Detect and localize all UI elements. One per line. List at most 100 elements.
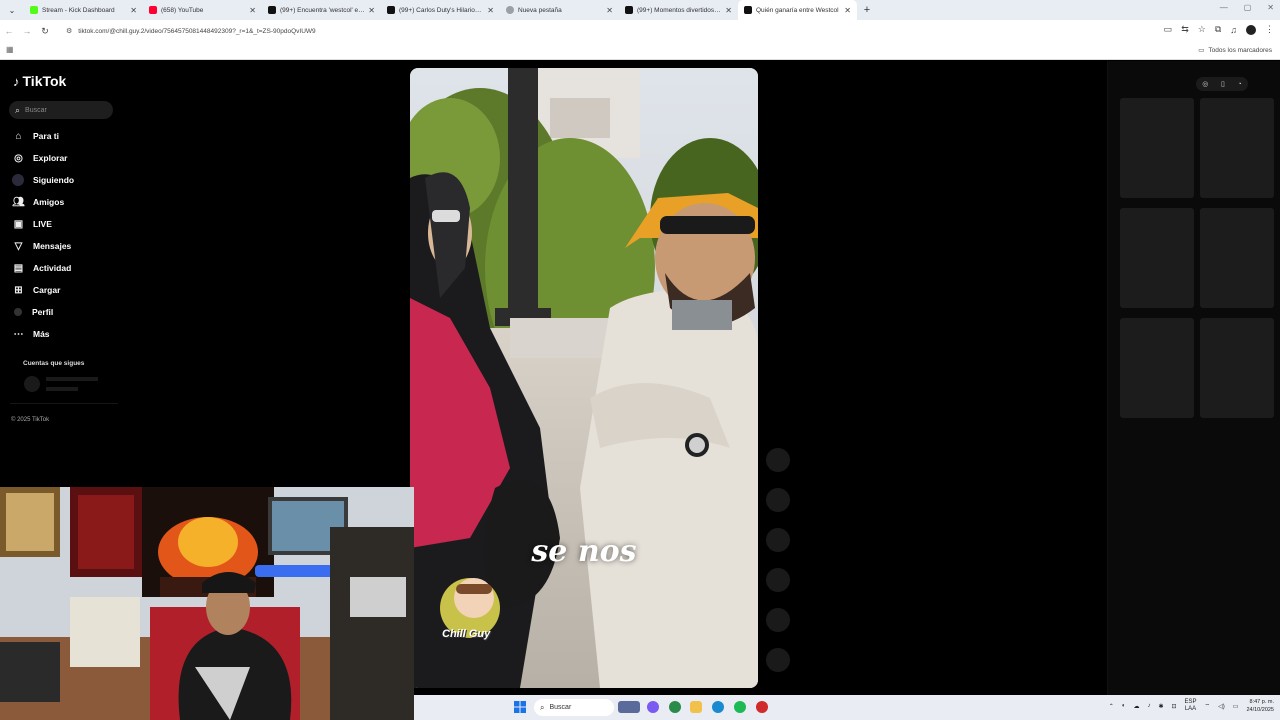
new-tab-button[interactable]: + bbox=[857, 4, 877, 16]
tab-label: Nueva pestaña bbox=[518, 6, 562, 14]
close-window-icon[interactable]: ✕ bbox=[1267, 3, 1274, 12]
sidebar-item-para-ti[interactable]: ⌂ Para ti bbox=[12, 125, 74, 147]
next-video-button[interactable] bbox=[766, 608, 790, 632]
sidebar-item-live[interactable]: ▣ LIVE bbox=[12, 213, 74, 235]
minimize-icon[interactable]: — bbox=[1220, 3, 1228, 12]
edge-icon[interactable] bbox=[712, 701, 724, 713]
taskbar-clock[interactable]: 8:47 p. m. 24/10/2025 bbox=[1246, 698, 1274, 714]
battery-icon[interactable]: ▭ bbox=[1233, 703, 1239, 710]
tab-youtube[interactable]: (658) YouTube ✕ bbox=[143, 0, 262, 20]
sidebar-item-amigos[interactable]: 👥︎ Amigos bbox=[12, 191, 74, 213]
tab-tiktok-carlos[interactable]: (99+) Carlos Duty's Hilarious Sh ✕ bbox=[381, 0, 500, 20]
close-icon[interactable]: ✕ bbox=[844, 6, 851, 15]
tab-new-tab[interactable]: Nueva pestaña ✕ bbox=[500, 0, 619, 20]
sidebar-item-explorar[interactable]: ◎ Explorar bbox=[12, 147, 74, 169]
search-icon: ⌕ bbox=[15, 104, 21, 115]
bluetooth-icon[interactable]: ✱ bbox=[1158, 703, 1163, 710]
sidebar-item-cargar[interactable]: ⊞ Cargar bbox=[12, 279, 74, 301]
back-icon[interactable]: ← bbox=[0, 26, 18, 36]
tiktok-logo[interactable]: ♪ TikTok bbox=[13, 73, 66, 89]
previous-video-button[interactable] bbox=[766, 648, 790, 672]
language-indicator[interactable]: ESP LAA bbox=[1185, 699, 1197, 713]
copilot-icon[interactable] bbox=[647, 701, 659, 713]
video-thumbnail-placeholder[interactable] bbox=[1120, 208, 1194, 308]
video-thumbnail-placeholder[interactable] bbox=[1200, 318, 1274, 418]
messages-icon: ▽ bbox=[14, 240, 23, 252]
comment-button[interactable] bbox=[766, 488, 790, 512]
phone-icon[interactable]: ▯ bbox=[1221, 80, 1225, 88]
forward-icon[interactable]: → bbox=[18, 26, 36, 36]
usb-icon[interactable]: ⊡ bbox=[1171, 703, 1176, 710]
search-input[interactable]: ⌕ Buscar bbox=[9, 101, 113, 119]
settings-icon[interactable]: ◔ bbox=[1237, 81, 1241, 88]
view-toggle-bar: ◎ ▯ ◔ bbox=[1196, 77, 1248, 91]
tab-tiktok-momentos[interactable]: (99+) Momentos divertidos de ✕ bbox=[619, 0, 738, 20]
tab-tiktok-search[interactable]: (99+) Encuentra 'westcol' en TikTok ✕ bbox=[262, 0, 381, 20]
all-bookmarks-button[interactable]: ▭ Todos los marcadores bbox=[1198, 46, 1272, 55]
bookmark-button[interactable] bbox=[766, 528, 790, 552]
microphone-icon[interactable]: ♪ bbox=[1147, 703, 1150, 709]
video-thumbnail-placeholder[interactable] bbox=[1120, 98, 1194, 198]
share-button[interactable] bbox=[766, 568, 790, 592]
tab-label: (99+) Encuentra 'westcol' en TikTok bbox=[280, 6, 365, 14]
screen: ⌄ Stream - Kick Dashboard ✕ (658) YouTub… bbox=[0, 0, 1280, 720]
windows-start-icon[interactable] bbox=[514, 701, 526, 713]
tab-kick-dashboard[interactable]: Stream - Kick Dashboard ✕ bbox=[24, 0, 143, 20]
onedrive-icon[interactable]: ☁ bbox=[1133, 703, 1139, 710]
site-info-icon[interactable]: ⚙ bbox=[66, 27, 72, 35]
video-thumbnail-placeholder[interactable] bbox=[1120, 318, 1194, 418]
sidebar-item-perfil[interactable]: . Perfil bbox=[12, 301, 74, 323]
close-icon[interactable]: ✕ bbox=[606, 6, 613, 15]
wifi-icon[interactable]: ⌔ bbox=[1205, 702, 1211, 710]
volume-icon[interactable]: ◁) bbox=[1218, 703, 1225, 710]
close-icon[interactable]: ✕ bbox=[725, 6, 732, 15]
tiktok-favicon-icon bbox=[387, 6, 395, 14]
sidebar-item-mensajes[interactable]: ▽ Mensajes bbox=[12, 235, 74, 257]
bookmark-star-icon[interactable]: ☆ bbox=[1198, 24, 1206, 35]
all-bookmarks-label: Todos los marcadores bbox=[1208, 46, 1272, 54]
video-thumbnail-placeholder[interactable] bbox=[1200, 98, 1274, 198]
profile-avatar-icon[interactable] bbox=[1246, 24, 1256, 35]
translate-icon[interactable]: ⇆ bbox=[1181, 24, 1189, 35]
compass-icon[interactable]: ◎ bbox=[1202, 80, 1208, 88]
close-icon[interactable]: ✕ bbox=[130, 6, 137, 15]
taskbar-search[interactable]: ⌕ Buscar bbox=[534, 699, 614, 716]
browser-menu-icon[interactable]: ⋮ bbox=[1265, 24, 1274, 35]
video-player[interactable]: se nos Chill Guy bbox=[410, 68, 758, 688]
tiktok-favicon-icon bbox=[744, 6, 752, 14]
like-button[interactable] bbox=[766, 448, 790, 472]
app-icon[interactable] bbox=[756, 701, 768, 713]
divider bbox=[10, 403, 118, 404]
network-icon[interactable]: ◐ bbox=[1122, 703, 1126, 709]
copyright-text: © 2025 TikTok bbox=[11, 417, 50, 423]
media-control-icon[interactable]: ♫ bbox=[1230, 25, 1237, 35]
tab-active-tiktok-video[interactable]: Quién ganaría entre Westcol ✕ bbox=[738, 0, 857, 20]
close-icon[interactable]: ✕ bbox=[249, 6, 256, 15]
show-hidden-icons-icon[interactable]: ⌃ bbox=[1109, 703, 1114, 710]
sidebar-item-mas[interactable]: ⋯ Más bbox=[12, 323, 74, 345]
tab-label: (99+) Momentos divertidos de bbox=[637, 6, 723, 14]
apps-grid-icon[interactable]: ▦ bbox=[6, 45, 14, 54]
upload-icon: ⊞ bbox=[14, 284, 23, 296]
activity-icon: ▤ bbox=[13, 262, 24, 274]
file-explorer-icon[interactable] bbox=[690, 701, 702, 713]
cast-icon[interactable]: ▭ bbox=[1164, 24, 1173, 35]
sidebar-item-label: Cargar bbox=[33, 285, 61, 295]
kick-favicon-icon bbox=[30, 6, 38, 14]
extensions-icon[interactable]: ⧉ bbox=[1215, 24, 1221, 35]
chrome-icon[interactable] bbox=[669, 701, 681, 713]
search-placeholder: Buscar bbox=[25, 106, 47, 114]
close-icon[interactable]: ✕ bbox=[368, 6, 375, 15]
reload-icon[interactable]: ↻ bbox=[36, 26, 54, 37]
language-code: ESP bbox=[1184, 699, 1197, 705]
maximize-icon[interactable]: ▢ bbox=[1244, 3, 1252, 12]
sidebar-item-actividad[interactable]: ▤ Actividad bbox=[12, 257, 74, 279]
video-action-buttons bbox=[766, 448, 790, 688]
tab-search-menu-icon[interactable]: ⌄ bbox=[0, 0, 24, 20]
sidebar-item-siguiendo[interactable]: . Siguiendo bbox=[12, 169, 74, 191]
spotify-icon[interactable] bbox=[734, 701, 746, 713]
weather-widget-icon[interactable] bbox=[618, 701, 640, 713]
video-thumbnail-placeholder[interactable] bbox=[1200, 208, 1274, 308]
close-icon[interactable]: ✕ bbox=[487, 6, 494, 15]
address-bar[interactable]: ⚙ tiktok.com/@chill.guy.2/video/75645750… bbox=[62, 22, 1142, 40]
